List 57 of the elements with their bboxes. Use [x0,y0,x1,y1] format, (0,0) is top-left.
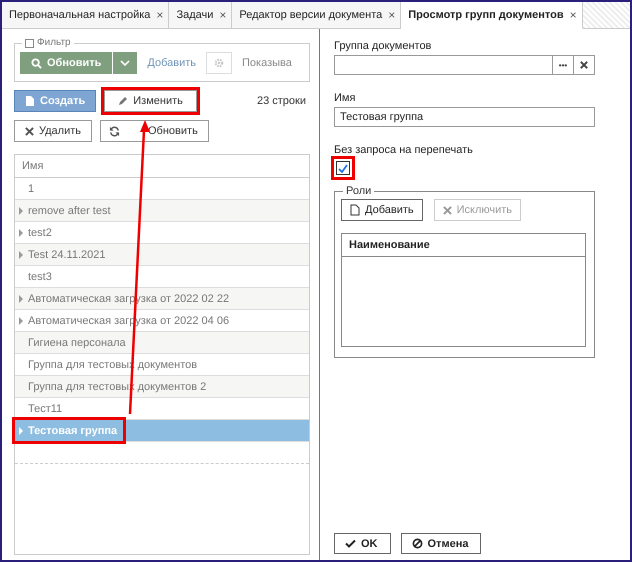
expand-icon[interactable] [19,228,23,236]
expand-icon[interactable] [19,294,23,302]
close-icon[interactable]: × [156,8,164,22]
search-icon [31,58,42,68]
refresh-icon [109,126,120,136]
row-name: Гигиена персонала [28,336,126,348]
ok-button[interactable]: OK [334,533,390,554]
field-label: Имя [334,92,356,104]
close-icon[interactable]: × [388,8,396,22]
dropdown-button[interactable] [113,52,138,74]
row-count: 23 строки [256,95,306,107]
tab[interactable]: Редактор версии документа × [232,2,402,28]
checkmark-icon [345,539,356,548]
row-name: Тест11 [28,402,62,414]
add-button[interactable]: Добавить [341,199,423,221]
document-icon [25,95,35,107]
column-header[interactable]: Имя [15,155,309,178]
row-name: Тестовая группа [28,424,118,436]
settings-icon [213,57,226,69]
close-icon[interactable]: × [570,8,577,22]
cancel-icon [412,538,422,549]
list-row[interactable]: remove after test [15,200,309,222]
row-name: test2 [28,226,52,238]
close-icon [442,206,452,214]
expand-icon[interactable] [19,316,23,324]
tab[interactable]: Первоначальная настройка × [2,2,170,28]
checkbox[interactable] [336,161,350,175]
row-name: test3 [28,270,52,282]
settings-button[interactable] [206,52,232,74]
row-name: remove after test [28,204,111,216]
expand-icon[interactable] [19,250,23,258]
field-label: Без запроса на перепечать [334,144,474,156]
list-row[interactable]: Гигиена персонала [15,332,309,354]
delete-button[interactable]: Удалить [14,120,92,142]
edit-button[interactable]: Изменить [104,90,197,112]
document-icon [350,204,360,216]
list-row[interactable]: Test 24.11.2021 [15,244,309,266]
roles-legend: Роли [346,185,372,197]
refresh-button[interactable]: Обновить [100,120,209,142]
name-field[interactable]: Тестовая группа [334,107,595,127]
close-icon [580,61,588,69]
expand-icon[interactable] [19,206,23,214]
column-header[interactable]: Наименование [342,234,585,257]
pencil-icon [118,96,128,106]
tab[interactable]: Задачи × [169,2,232,28]
row-name: 1 [28,182,34,194]
cancel-button[interactable]: Отмена [400,533,482,554]
close-icon [25,126,34,136]
filter-legend: Фильтр [37,37,71,49]
collapse-icon[interactable] [25,38,34,48]
tab[interactable]: Просмотр групп документов × [401,2,583,29]
close-icon[interactable]: × [219,8,226,22]
caret-icon [120,60,130,66]
group-field[interactable]: ••• [334,55,595,75]
show-label: Показыва [242,57,292,69]
row-name: Test 24.11.2021 [28,248,106,260]
field-label: Группа документов [334,40,432,52]
